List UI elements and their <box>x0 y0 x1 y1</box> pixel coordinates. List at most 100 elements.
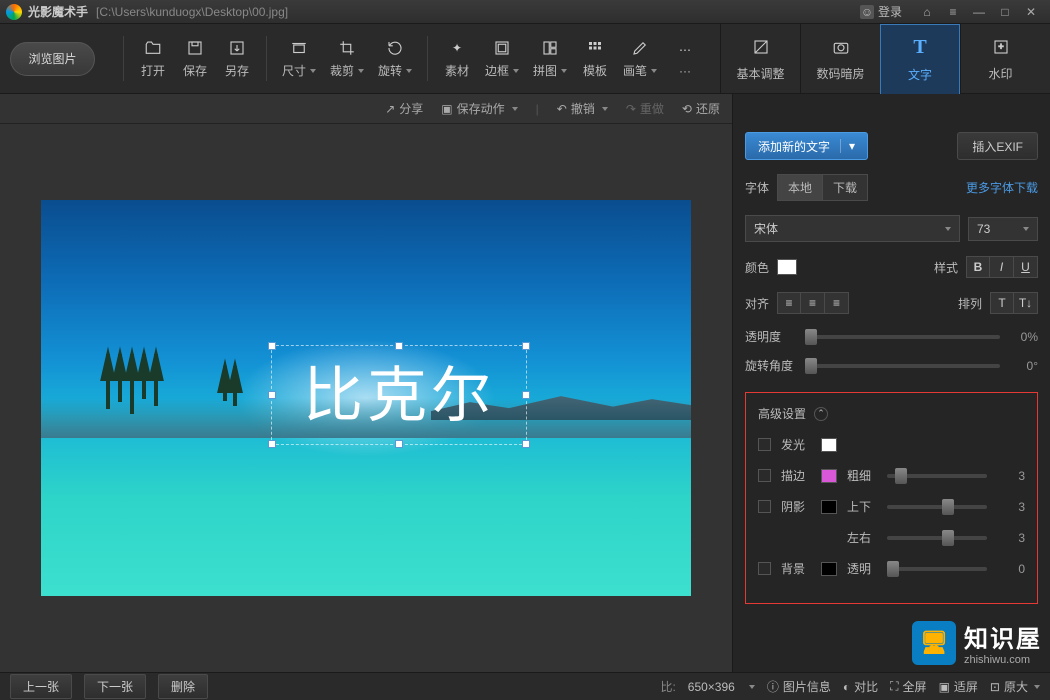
bg-slider[interactable] <box>887 567 987 571</box>
fit-button[interactable]: ▣适屏 <box>939 678 978 695</box>
shadow-v-slider[interactable] <box>887 505 987 509</box>
delete-button[interactable]: 删除 <box>158 674 208 699</box>
file-path: [C:\Users\kunduogx\Desktop\00.jpg] <box>96 5 288 19</box>
tab-watermark[interactable]: +水印 <box>960 24 1040 94</box>
font-size-select[interactable]: 73 <box>968 217 1038 241</box>
maximize-button[interactable]: □ <box>994 4 1016 20</box>
text-overlay-box[interactable]: 比克尔 <box>271 345 527 445</box>
collage-icon <box>540 38 560 58</box>
fullscreen-icon: ⛶ <box>890 679 898 694</box>
border-button[interactable]: 边框 <box>478 31 526 86</box>
minimize-button[interactable]: — <box>968 4 990 20</box>
horizontal-text-button[interactable]: T <box>990 292 1014 314</box>
info-button[interactable]: ⓘ图片信息 <box>767 678 831 695</box>
text-icon: T <box>908 36 932 60</box>
shadow-checkbox[interactable] <box>758 500 771 513</box>
stroke-value: 3 <box>997 469 1025 483</box>
advanced-settings: 高级设置 ⌃ 发光 描边 粗细 3 阴影 上下 <box>745 392 1038 604</box>
onetoone-icon: ⊡ <box>990 680 1000 694</box>
glow-color[interactable] <box>821 438 837 452</box>
more-fonts-link[interactable]: 更多字体下载 <box>966 179 1038 196</box>
glow-checkbox[interactable] <box>758 438 771 451</box>
material-button[interactable]: ✦素材 <box>436 31 478 86</box>
insert-exif-button[interactable]: 插入EXIF <box>957 132 1038 160</box>
close-button[interactable]: ✕ <box>1020 4 1042 20</box>
stroke-label: 描边 <box>781 467 811 484</box>
watermark-cn: 知识屋 <box>964 619 1042 654</box>
saveaction-button[interactable]: ▣保存动作 <box>441 100 517 117</box>
italic-button[interactable]: I <box>990 256 1014 278</box>
image-canvas[interactable]: 比克尔 <box>41 200 691 596</box>
bg-color[interactable] <box>821 562 837 576</box>
main-toolbar: 浏览图片 打开 保存 另存 尺寸 裁剪 旋转 ✦素材 边框 拼图 模板 画笔 ⋯… <box>0 24 1050 94</box>
resize-handle[interactable] <box>522 440 530 448</box>
open-button[interactable]: 打开 <box>132 31 174 86</box>
color-swatch[interactable] <box>777 259 797 275</box>
underline-button[interactable]: U <box>1014 256 1038 278</box>
font-local-tab[interactable]: 本地 <box>777 174 823 201</box>
resize-handle[interactable] <box>395 342 403 350</box>
template-button[interactable]: 模板 <box>574 31 616 86</box>
more-icon: ⋯ <box>675 40 695 60</box>
resize-handle[interactable] <box>395 440 403 448</box>
resize-handle[interactable] <box>522 391 530 399</box>
fullscreen-button[interactable]: ⛶全屏 <box>890 678 926 695</box>
rotate-value: 0° <box>1010 359 1038 373</box>
bg-checkbox[interactable] <box>758 562 771 575</box>
resize-handle[interactable] <box>522 342 530 350</box>
collapse-icon[interactable]: ⌃ <box>814 407 828 421</box>
collage-button[interactable]: 拼图 <box>526 31 574 86</box>
rotate-button[interactable]: 旋转 <box>371 31 419 86</box>
tab-darkroom[interactable]: 数码暗房 <box>800 24 880 94</box>
adjust-icon <box>749 35 773 59</box>
align-left-button[interactable]: ≡ <box>777 292 801 314</box>
resize-handle[interactable] <box>268 391 276 399</box>
arrange-label: 排列 <box>958 295 982 312</box>
opacity-slider[interactable] <box>805 335 1000 339</box>
browse-button[interactable]: 浏览图片 <box>10 42 95 76</box>
shadow-v-label: 上下 <box>847 498 877 515</box>
add-text-button[interactable]: 添加新的文字▾ <box>745 132 868 160</box>
size-button[interactable]: 尺寸 <box>275 31 323 86</box>
restore-button[interactable]: ⟲还原 <box>682 100 720 117</box>
saveas-button[interactable]: 另存 <box>216 31 258 86</box>
style-label: 样式 <box>934 259 958 276</box>
share-button[interactable]: ↗分享 <box>385 100 423 117</box>
align-center-button[interactable]: ≡ <box>801 292 825 314</box>
font-family-select[interactable]: 宋体 <box>745 215 960 242</box>
font-download-tab[interactable]: 下载 <box>823 174 868 201</box>
login-button[interactable]: ☺ 登录 <box>860 3 902 20</box>
stroke-color[interactable] <box>821 469 837 483</box>
tab-text[interactable]: T文字 <box>880 24 960 94</box>
tab-basic[interactable]: 基本调整 <box>720 24 800 94</box>
save-button[interactable]: 保存 <box>174 31 216 86</box>
undo-button[interactable]: ↶撤销 <box>557 100 608 117</box>
redo-button[interactable]: ↷重做 <box>626 100 664 117</box>
resize-handle[interactable] <box>268 342 276 350</box>
settings-button[interactable]: ≡ <box>942 4 964 20</box>
overlay-text[interactable]: 比克尔 <box>272 346 526 446</box>
border-icon <box>492 38 512 58</box>
more-button[interactable]: ⋯··· <box>664 31 706 86</box>
vertical-text-button[interactable]: T↓ <box>1014 292 1038 314</box>
shadow-color[interactable] <box>821 500 837 514</box>
prev-button[interactable]: 上一张 <box>10 674 72 699</box>
stroke-checkbox[interactable] <box>758 469 771 482</box>
shadow-h-slider[interactable] <box>887 536 987 540</box>
bold-button[interactable]: B <box>966 256 990 278</box>
align-right-button[interactable]: ≡ <box>825 292 849 314</box>
home-button[interactable]: ⌂ <box>916 4 938 20</box>
orig-button[interactable]: ⊡原大 <box>990 678 1040 695</box>
compare-button[interactable]: ◐对比 <box>843 678 878 695</box>
sparkle-icon: ✦ <box>447 38 467 58</box>
shadow-h-label: 左右 <box>847 529 877 546</box>
text-panel: 添加新的文字▾ 插入EXIF 字体 本地 下载 更多字体下载 宋体 73 颜色 … <box>732 94 1050 672</box>
rotate-label: 旋转角度 <box>745 357 795 374</box>
crop-button[interactable]: 裁剪 <box>323 31 371 86</box>
stroke-slider[interactable] <box>887 474 987 478</box>
rotate-slider[interactable] <box>805 364 1000 368</box>
next-button[interactable]: 下一张 <box>84 674 146 699</box>
canvas-area: ↗分享 ▣保存动作 | ↶撤销 ↷重做 ⟲还原 比克尔 <box>0 94 732 672</box>
resize-handle[interactable] <box>268 440 276 448</box>
brush-button[interactable]: 画笔 <box>616 31 664 86</box>
